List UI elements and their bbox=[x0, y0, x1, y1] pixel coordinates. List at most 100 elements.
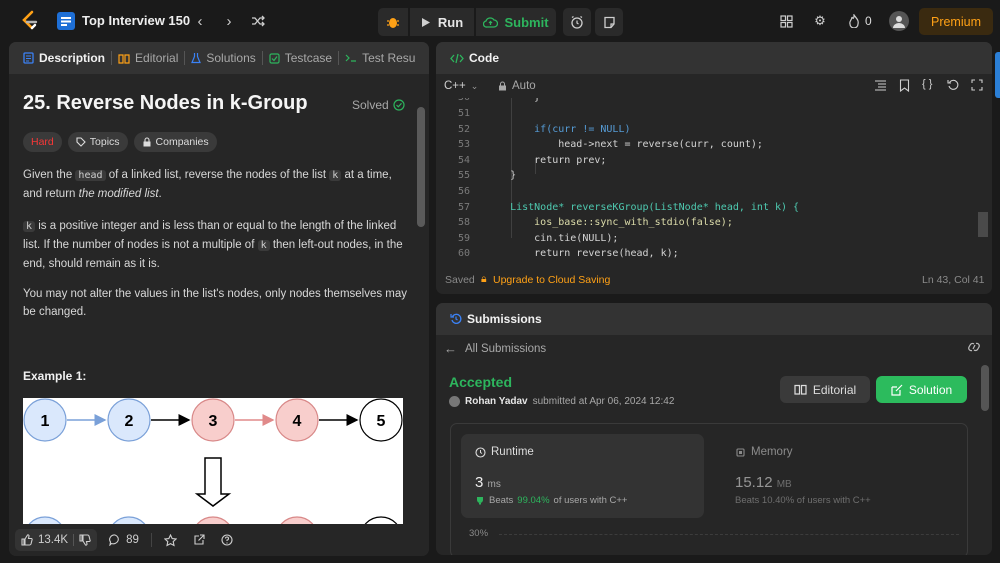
tab-test-result[interactable]: Test Resu bbox=[339, 51, 421, 65]
thumbs-up-icon[interactable] bbox=[21, 534, 33, 546]
code-text: cin.tie(NULL); bbox=[486, 233, 619, 244]
tab-editorial[interactable]: Editorial bbox=[112, 51, 184, 65]
submit-button[interactable]: Submit bbox=[476, 8, 556, 36]
shuffle-icon[interactable] bbox=[248, 11, 268, 31]
run-submit-group: Run Submit bbox=[378, 8, 556, 36]
solution-button-label: Solution bbox=[908, 382, 953, 397]
timer-button[interactable] bbox=[563, 8, 591, 36]
settings-gear-icon[interactable]: ⚙ bbox=[811, 12, 829, 30]
prev-problem-icon[interactable]: ‹ bbox=[190, 11, 210, 31]
tag-icon bbox=[76, 137, 86, 147]
down-arrow-shape bbox=[194, 457, 232, 507]
tab-submissions[interactable]: Submissions bbox=[444, 312, 548, 326]
problem-panel: Description Editorial Solutions Testcase… bbox=[9, 42, 429, 556]
next-problem-icon[interactable]: › bbox=[219, 11, 239, 31]
line-number: 50 bbox=[436, 98, 470, 103]
code-brackets-icon bbox=[450, 53, 464, 63]
solution-button[interactable]: Solution bbox=[876, 376, 967, 403]
node-label: 4 bbox=[293, 413, 302, 430]
line-number: 56 bbox=[457, 186, 470, 197]
description-icon bbox=[23, 52, 34, 64]
link-chain-icon[interactable] bbox=[967, 340, 981, 358]
runtime-header: Runtime bbox=[475, 446, 534, 458]
cursor-position: Ln 43, Col 41 bbox=[922, 274, 985, 286]
language-select[interactable]: C++ ⌄ bbox=[444, 80, 478, 92]
debug-button[interactable] bbox=[378, 8, 408, 36]
topics-tag[interactable]: Topics bbox=[67, 132, 128, 152]
code-line: 55 } bbox=[436, 170, 976, 186]
play-icon bbox=[421, 17, 430, 27]
runtime-beats-percent: 99.04% bbox=[517, 495, 550, 506]
list-title[interactable]: Top Interview 150 bbox=[82, 13, 190, 28]
line-number: 54 bbox=[457, 155, 470, 166]
comments-count: 89 bbox=[126, 534, 139, 546]
all-submissions-link[interactable]: ← All Submissions bbox=[444, 341, 546, 356]
line-number: 59 bbox=[457, 233, 470, 244]
bookmark-icon[interactable] bbox=[899, 79, 910, 95]
problem-paragraph-3: You may not alter the values in the list… bbox=[23, 288, 408, 318]
checkbox-icon bbox=[269, 52, 280, 64]
share-icon[interactable] bbox=[189, 534, 209, 546]
cloud-upload-icon bbox=[483, 17, 499, 28]
code-editor[interactable]: 50 } 51 52 if(curr != NULL) 53 head->nex… bbox=[436, 98, 992, 258]
code-text: if(curr != NULL) bbox=[486, 124, 631, 135]
beats-suffix: of users with C++ bbox=[553, 495, 628, 506]
submissions-panel: Submissions ← All Submissions Accepted R… bbox=[436, 303, 992, 555]
companies-tag[interactable]: Companies bbox=[133, 132, 217, 152]
example-title: Example 1: bbox=[23, 369, 87, 383]
braces-icon[interactable]: { } bbox=[922, 78, 932, 90]
user-avatar[interactable] bbox=[889, 11, 909, 31]
submitter-name[interactable]: Rohan Yadav bbox=[465, 396, 528, 407]
memory-label: Memory bbox=[751, 446, 793, 458]
streak-fire-icon[interactable] bbox=[845, 12, 863, 30]
text: of a linked list, reverse the nodes of t… bbox=[105, 169, 330, 181]
submissions-header: Submissions bbox=[436, 303, 992, 335]
streak-count: 0 bbox=[865, 14, 872, 28]
comment-icon bbox=[109, 534, 119, 546]
code-line: 57 ListNode* reverseKGroup(ListNode* hea… bbox=[436, 202, 976, 218]
reset-icon[interactable] bbox=[947, 79, 959, 94]
auto-mode[interactable]: Auto bbox=[498, 80, 536, 92]
thumbs-down-icon[interactable] bbox=[79, 534, 91, 546]
description-scrollbar[interactable] bbox=[417, 107, 425, 227]
tab-code[interactable]: Code bbox=[444, 51, 505, 65]
code-line: 51 bbox=[436, 108, 976, 124]
code-text: ListNode* reverseKGroup(ListNode* head, … bbox=[486, 202, 800, 213]
study-plan-icon[interactable] bbox=[57, 12, 75, 30]
layout-grid-icon[interactable] bbox=[777, 12, 795, 30]
premium-button[interactable]: Premium bbox=[919, 8, 993, 35]
book-icon bbox=[118, 53, 130, 64]
submissions-scrollbar[interactable] bbox=[981, 365, 989, 411]
node-label: 3 bbox=[209, 413, 218, 430]
code-line: 52 if(curr != NULL) bbox=[436, 124, 976, 140]
memory-header: Memory bbox=[735, 446, 793, 458]
runtime-value: 3 bbox=[475, 474, 484, 491]
editorial-button[interactable]: Editorial bbox=[780, 376, 870, 403]
tab-testcase[interactable]: Testcase bbox=[263, 51, 338, 65]
leetcode-logo-icon[interactable] bbox=[18, 10, 40, 32]
code-scrollbar[interactable] bbox=[978, 212, 988, 237]
fullscreen-icon[interactable] bbox=[971, 79, 983, 94]
runtime-card[interactable]: Runtime 3 ms Beats 99.04% of users with … bbox=[461, 434, 704, 518]
chip-icon bbox=[736, 447, 745, 457]
code-header: Code bbox=[436, 42, 992, 74]
bug-icon bbox=[387, 18, 399, 28]
comments-button[interactable]: 89 bbox=[105, 534, 143, 546]
node-label: 1 bbox=[41, 413, 50, 430]
upgrade-link[interactable]: Upgrade to Cloud Saving bbox=[493, 274, 610, 286]
lock-icon bbox=[499, 81, 506, 91]
tab-solutions[interactable]: Solutions bbox=[185, 51, 261, 65]
tab-description[interactable]: Description bbox=[17, 51, 111, 65]
format-icon[interactable] bbox=[874, 79, 887, 94]
problem-tabs: Description Editorial Solutions Testcase… bbox=[9, 42, 429, 74]
language-label: C++ bbox=[444, 80, 466, 92]
run-button[interactable]: Run bbox=[410, 8, 474, 36]
favorite-star-icon[interactable] bbox=[160, 533, 181, 547]
help-icon[interactable] bbox=[217, 534, 237, 546]
memory-card[interactable]: Memory 15.12 MB Beats 10.40% of users wi… bbox=[721, 434, 951, 518]
divider bbox=[150, 533, 152, 547]
side-feedback-tab[interactable] bbox=[995, 52, 1000, 98]
text: Given the bbox=[23, 169, 76, 181]
text: . bbox=[158, 188, 162, 200]
notes-button[interactable] bbox=[595, 8, 623, 36]
